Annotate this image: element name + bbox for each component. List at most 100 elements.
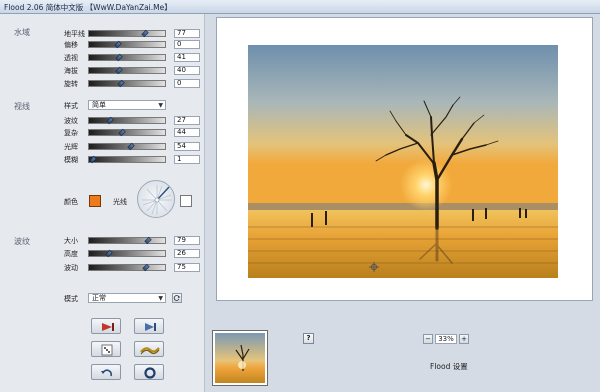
render-button[interactable] (134, 318, 164, 334)
slider-thumb[interactable] (105, 249, 113, 258)
help-button-label: ? (306, 334, 311, 342)
slider-thumb[interactable] (118, 128, 127, 137)
view-param-slider[interactable] (88, 128, 166, 137)
slider-thumb[interactable] (142, 263, 150, 272)
section-view: 视线 (14, 102, 30, 111)
water-param-row: 透视 41 (64, 53, 200, 62)
ripple-param-value-field[interactable]: 79 (174, 236, 200, 245)
color-label: 颜色 (64, 198, 78, 206)
view-param-row: 复杂 44 (64, 128, 200, 137)
water-param-slider[interactable] (88, 66, 166, 75)
water-param-value-field[interactable]: 0 (174, 79, 200, 88)
ripple-param-slider[interactable] (88, 249, 166, 258)
ripple-param-value-field[interactable]: 26 (174, 249, 200, 258)
water-param-value-field[interactable]: 0 (174, 40, 200, 49)
style-label: 样式 (64, 102, 78, 110)
mode-select[interactable]: 正常 ▼ (88, 293, 166, 303)
preview-play-button[interactable] (91, 318, 121, 334)
water-param-value-field[interactable]: 41 (174, 53, 200, 62)
ripple-param-slider[interactable] (88, 263, 166, 272)
play-blue-icon (145, 323, 156, 331)
thumbnail-image (215, 333, 265, 383)
water-param-slider[interactable] (88, 79, 166, 88)
ripple-param-row: 波动 75 (64, 263, 200, 272)
view-param-label: 复杂 (64, 129, 78, 137)
water-param-row: 地平线 77 (64, 29, 200, 38)
view-param-row: 波纹 27 (64, 116, 200, 125)
style-select[interactable]: 简单 ▼ (88, 100, 166, 110)
zoom-out-button[interactable]: − (423, 334, 433, 344)
slider-thumb[interactable] (144, 236, 152, 245)
light-direction-dial[interactable] (137, 180, 175, 218)
slider-thumb[interactable] (115, 66, 124, 75)
reset-button[interactable] (134, 364, 164, 380)
ripple-param-row: 大小 79 (64, 236, 200, 245)
thumbnail-navigator[interactable] (212, 330, 268, 386)
preview-image (248, 45, 558, 278)
water-param-slider[interactable] (88, 29, 166, 38)
ripple-param-value-field[interactable]: 75 (174, 263, 200, 272)
view-param-row: 光辉 54 (64, 142, 200, 151)
wave-preset-button[interactable] (134, 341, 164, 357)
view-param-row: 模糊 1 (64, 155, 200, 164)
view-param-label: 模糊 (64, 156, 78, 164)
ring-icon (144, 367, 156, 379)
dial-rays-icon (142, 185, 172, 215)
chevron-down-icon: ▼ (158, 295, 163, 302)
view-param-value-field[interactable]: 44 (174, 128, 200, 137)
help-button[interactable]: ? (303, 333, 314, 344)
zoom-in-button[interactable]: + (459, 334, 469, 344)
light-color-swatch[interactable] (180, 195, 192, 207)
water-param-slider[interactable] (88, 53, 166, 62)
slider-thumb[interactable] (106, 116, 114, 125)
view-param-slider[interactable] (88, 155, 166, 164)
chevron-down-icon: ▼ (158, 102, 163, 109)
mode-label: 模式 (64, 295, 78, 303)
flooded-tree-image (248, 45, 558, 278)
view-param-label: 波纹 (64, 117, 78, 125)
slider-thumb[interactable] (117, 79, 125, 88)
ripple-param-label: 大小 (64, 237, 78, 245)
zoom-level-value: 33% (438, 335, 454, 343)
section-ripple: 波纹 (14, 237, 30, 246)
style-select-value: 简单 (92, 101, 106, 109)
ripple-param-slider[interactable] (88, 236, 166, 245)
view-param-label: 光辉 (64, 143, 78, 151)
view-param-value-field[interactable]: 54 (174, 142, 200, 151)
ripple-param-label: 高度 (64, 250, 78, 258)
refresh-icon (173, 295, 181, 301)
play-icon (102, 323, 114, 331)
flood-settings-label: Flood 设置 (430, 362, 468, 371)
water-param-label: 偏移 (64, 41, 78, 49)
slider-thumb[interactable] (89, 155, 97, 164)
ripple-param-label: 波动 (64, 264, 78, 272)
mode-reset-button[interactable] (172, 293, 182, 303)
slider-thumb[interactable] (115, 53, 124, 62)
water-param-value-field[interactable]: 77 (174, 29, 200, 38)
water-param-label: 地平线 (64, 30, 85, 38)
zoom-level: 33% (435, 334, 457, 344)
slider-thumb[interactable] (127, 142, 135, 151)
view-param-value-field[interactable]: 27 (174, 116, 200, 125)
title-bar: Flood 2.06 简体中文版 【WwW.DaYanZai.Me】 (0, 0, 600, 14)
color-swatch[interactable] (89, 195, 101, 207)
slider-thumb[interactable] (141, 29, 149, 38)
view-param-slider[interactable] (88, 142, 166, 151)
view-param-slider[interactable] (88, 116, 166, 125)
randomize-button[interactable] (91, 341, 121, 357)
water-param-label: 旋转 (64, 80, 78, 88)
zoom-out-label: − (425, 335, 431, 343)
undo-button[interactable] (91, 364, 121, 380)
window-title: Flood 2.06 简体中文版 【WwW.DaYanZai.Me】 (4, 3, 172, 12)
light-label: 光线 (113, 198, 127, 206)
dice-icon (101, 344, 113, 356)
water-param-label: 海拔 (64, 67, 78, 75)
water-param-value-field[interactable]: 40 (174, 66, 200, 75)
mode-select-value: 正常 (92, 294, 106, 302)
water-param-row: 偏移 0 (64, 40, 200, 49)
water-param-slider[interactable] (88, 40, 166, 49)
view-param-value-field[interactable]: 1 (174, 155, 200, 164)
section-water: 水域 (14, 28, 30, 37)
slider-thumb[interactable] (114, 40, 122, 49)
water-param-row: 海拔 40 (64, 66, 200, 75)
